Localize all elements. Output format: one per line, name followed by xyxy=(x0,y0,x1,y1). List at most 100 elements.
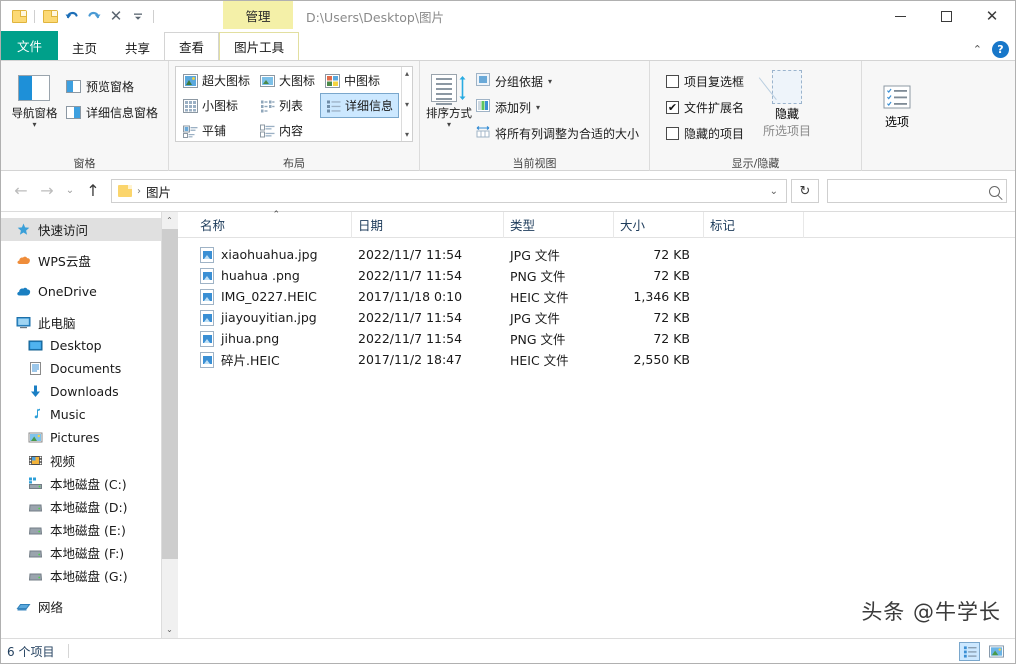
file-name-cell[interactable]: IMG_0227.HEIC xyxy=(194,286,352,307)
options-button[interactable]: 选项 xyxy=(868,75,926,130)
sidebar-item-drive-c[interactable]: 本地磁盘 (C:) xyxy=(1,472,161,495)
large-icons-view-button[interactable] xyxy=(986,642,1007,661)
forward-button[interactable]: → xyxy=(35,179,59,203)
scrollbar-track[interactable] xyxy=(161,229,178,621)
group-by-button[interactable]: 分组依据 ▾ xyxy=(472,68,643,94)
file-name-cell[interactable]: huahua .png xyxy=(194,265,352,286)
hide-selected-items-button[interactable]: 隐藏 所选项目 xyxy=(748,65,826,139)
sidebar-item-onedrive[interactable]: OneDrive xyxy=(1,280,161,303)
customize-qat-icon[interactable] xyxy=(128,6,148,26)
table-row[interactable]: jiayouyitian.jpg 2022/11/7 11:54 JPG 文件 … xyxy=(178,307,1015,328)
search-icon[interactable] xyxy=(989,185,1000,197)
help-icon[interactable]: ? xyxy=(992,41,1009,58)
sidebar-item-desktop[interactable]: Desktop xyxy=(1,334,161,357)
properties-icon[interactable] xyxy=(9,6,29,26)
gallery-expand-icon[interactable]: ▾ xyxy=(405,130,409,139)
size-all-columns-button[interactable]: 将所有列调整为合适的大小 xyxy=(472,120,643,146)
sidebar-item-network[interactable]: 网络 xyxy=(1,595,161,618)
layout-large-icons[interactable]: 大图标 xyxy=(255,68,320,93)
delete-icon[interactable]: ✕ xyxy=(106,6,126,26)
file-extensions-checkbox[interactable]: ✔ xyxy=(666,100,679,114)
sidebar-item-drive-f[interactable]: 本地磁盘 (F:) xyxy=(1,541,161,564)
undo-icon[interactable] xyxy=(62,6,82,26)
item-checkboxes-option[interactable]: 项目复选框 xyxy=(662,68,748,94)
file-name-label: huahua .png xyxy=(221,268,300,283)
layout-small-icons[interactable]: 小图标 xyxy=(178,93,255,118)
sidebar-item-drive-e[interactable]: 本地磁盘 (E:) xyxy=(1,518,161,541)
recent-locations-button[interactable]: ⌄ xyxy=(61,179,79,203)
column-header-size[interactable]: 大小 xyxy=(614,211,704,238)
file-name-cell[interactable]: jiayouyitian.jpg xyxy=(194,307,352,328)
sidebar-item-downloads[interactable]: Downloads xyxy=(1,380,161,403)
tab-share[interactable]: 共享 xyxy=(111,34,164,60)
hidden-items-option[interactable]: 隐藏的项目 xyxy=(662,120,748,146)
navigation-pane-scrollbar[interactable]: ⌃ ⌄ xyxy=(161,212,178,638)
collapse-ribbon-icon[interactable]: ⌃ xyxy=(973,43,982,56)
sidebar-item-pictures[interactable]: Pictures xyxy=(1,426,161,449)
layout-details[interactable]: 详细信息 xyxy=(320,93,400,118)
group-by-dropdown-icon[interactable]: ▾ xyxy=(548,77,552,86)
file-name-cell[interactable]: xiaohuahua.jpg xyxy=(194,244,352,265)
search-box[interactable] xyxy=(827,179,1007,203)
add-columns-button[interactable]: 添加列 ▾ xyxy=(472,94,643,120)
sort-by-dropdown-icon[interactable]: ▾ xyxy=(447,120,451,129)
scroll-down-icon[interactable]: ⌄ xyxy=(161,621,178,638)
layout-medium-icons[interactable]: 中图标 xyxy=(320,68,399,93)
layout-list[interactable]: 列表 xyxy=(255,93,320,118)
search-input[interactable] xyxy=(834,184,989,198)
sidebar-item-wps-cloud[interactable]: WPS云盘 xyxy=(1,249,161,272)
column-header-date[interactable]: 日期 xyxy=(352,211,504,238)
sidebar-item-drive-g[interactable]: 本地磁盘 (G:) xyxy=(1,564,161,587)
sidebar-item-this-pc[interactable]: 此电脑 xyxy=(1,311,161,334)
maximize-button[interactable] xyxy=(923,1,969,31)
sidebar-item-quick-access[interactable]: 快速访问 xyxy=(1,218,161,241)
add-columns-dropdown-icon[interactable]: ▾ xyxy=(536,103,540,112)
preview-pane-button[interactable]: 预览窗格 xyxy=(62,73,162,99)
table-row[interactable]: huahua .png 2022/11/7 11:54 PNG 文件 72 KB xyxy=(178,265,1015,286)
file-name-cell[interactable]: jihua.png xyxy=(194,328,352,349)
refresh-button[interactable]: ↻ xyxy=(791,179,819,203)
breadcrumb-bar[interactable]: › 图片 ⌄ xyxy=(111,179,787,203)
tab-picture-tools[interactable]: 图片工具 xyxy=(219,32,300,60)
sidebar-item-documents[interactable]: Documents xyxy=(1,357,161,380)
layout-content[interactable]: 内容 xyxy=(255,118,320,143)
tab-view[interactable]: 查看 xyxy=(164,32,220,60)
file-type-cell: PNG 文件 xyxy=(510,269,566,284)
chevron-down-icon[interactable]: ⌄ xyxy=(770,186,782,197)
sidebar-item-drive-d[interactable]: 本地磁盘 (D:) xyxy=(1,495,161,518)
navigation-pane-button[interactable]: 导航窗格 ▾ xyxy=(7,65,62,129)
column-header-type[interactable]: 类型 xyxy=(504,211,614,238)
details-view-button[interactable] xyxy=(959,641,980,661)
column-header-tags[interactable]: 标记 xyxy=(704,211,804,238)
tab-file[interactable]: 文件 xyxy=(1,31,59,60)
new-folder-icon[interactable] xyxy=(40,6,60,26)
layout-extra-large-icons[interactable]: 超大图标 xyxy=(178,68,255,93)
navigation-pane-dropdown-icon[interactable]: ▾ xyxy=(32,120,36,129)
file-extensions-option[interactable]: ✔ 文件扩展名 xyxy=(662,94,748,120)
table-row[interactable]: jihua.png 2022/11/7 11:54 PNG 文件 72 KB xyxy=(178,328,1015,349)
minimize-button[interactable] xyxy=(877,1,923,31)
back-button[interactable]: ← xyxy=(9,179,33,203)
redo-icon[interactable] xyxy=(84,6,104,26)
hidden-items-checkbox[interactable] xyxy=(666,126,679,140)
close-button[interactable]: ✕ xyxy=(969,1,1015,31)
table-row[interactable]: IMG_0227.HEIC 2017/11/18 0:10 HEIC 文件 1,… xyxy=(178,286,1015,307)
sidebar-item-music[interactable]: Music xyxy=(1,403,161,426)
drive-icon xyxy=(27,522,43,538)
gallery-scroll-down-icon[interactable]: ▾ xyxy=(405,100,409,109)
column-header-name[interactable]: ⌃ 名称 xyxy=(194,210,352,238)
sort-by-button[interactable]: 排序方式 ▾ xyxy=(426,65,472,129)
item-checkboxes-checkbox[interactable] xyxy=(666,74,679,88)
up-button[interactable]: ↑ xyxy=(81,179,105,203)
gallery-scroll-up-icon[interactable]: ▴ xyxy=(405,69,409,78)
table-row[interactable]: 碎片.HEIC 2017/11/2 18:47 HEIC 文件 2,550 KB xyxy=(178,349,1015,370)
breadcrumb[interactable]: 图片 xyxy=(146,182,171,201)
scroll-up-icon[interactable]: ⌃ xyxy=(161,212,178,229)
table-row[interactable]: xiaohuahua.jpg 2022/11/7 11:54 JPG 文件 72… xyxy=(178,244,1015,265)
file-name-cell[interactable]: 碎片.HEIC xyxy=(194,349,352,370)
scrollbar-thumb[interactable] xyxy=(161,229,178,559)
layout-tiles[interactable]: 平铺 xyxy=(178,118,255,143)
details-pane-button[interactable]: 详细信息窗格 xyxy=(62,99,162,125)
sidebar-item-videos[interactable]: 视频 xyxy=(1,449,161,472)
tab-home[interactable]: 主页 xyxy=(58,34,111,60)
